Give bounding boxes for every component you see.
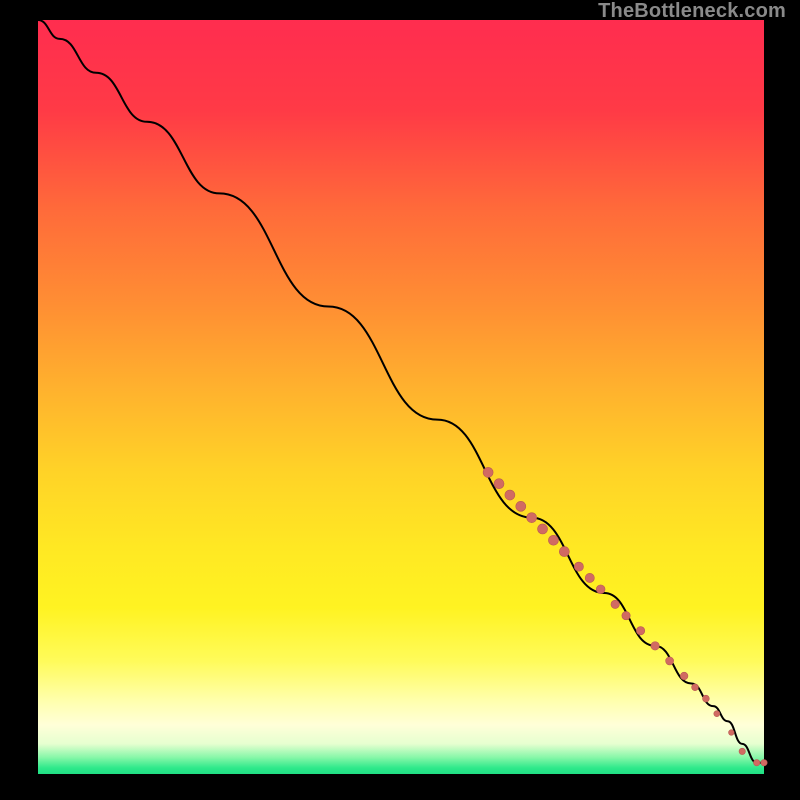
curve-marker — [680, 672, 688, 680]
curve-marker — [574, 562, 583, 571]
curve-marker — [585, 573, 594, 582]
curve-marker — [729, 730, 735, 736]
curve-marker — [505, 490, 515, 500]
curve-marker — [622, 611, 630, 619]
curve-marker — [611, 600, 619, 608]
curve-marker — [651, 642, 659, 650]
curve-marker — [596, 585, 605, 594]
curve-marker — [754, 759, 760, 765]
curve-marker — [714, 711, 720, 717]
curve-marker — [666, 657, 674, 665]
curve-marker — [483, 467, 493, 477]
curve-marker — [739, 748, 745, 754]
curve-marker — [692, 684, 699, 691]
curve-marker — [494, 479, 504, 489]
curve-marker — [548, 535, 558, 545]
chart-root: TheBottleneck.com — [0, 0, 800, 800]
curve-marker — [761, 759, 767, 765]
curve-marker — [516, 501, 526, 511]
curve-marker — [527, 513, 537, 523]
curve-marker — [538, 524, 548, 534]
chart-canvas — [0, 0, 800, 800]
curve-marker — [636, 627, 644, 635]
curve-marker — [703, 695, 710, 702]
curve-marker — [559, 547, 569, 557]
watermark-text: TheBottleneck.com — [598, 0, 786, 23]
